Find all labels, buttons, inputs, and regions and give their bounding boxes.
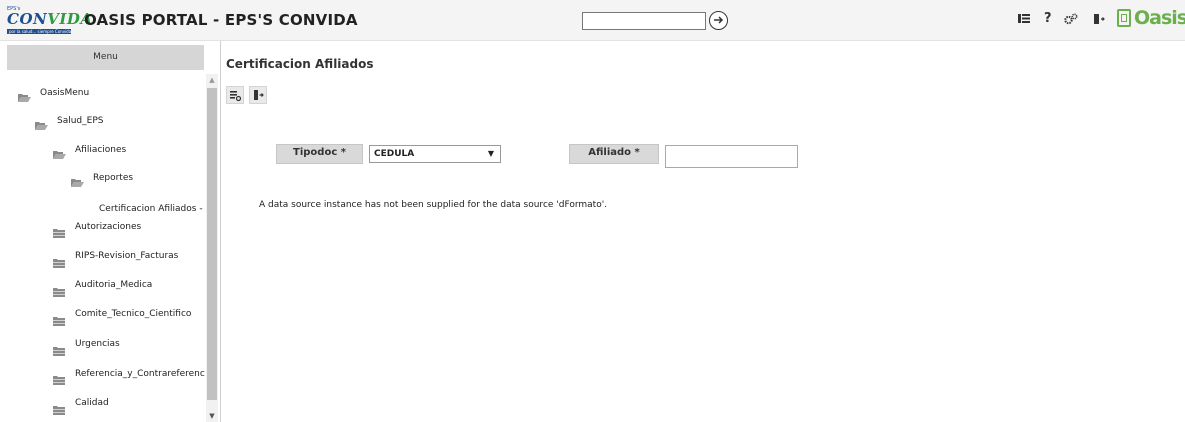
folder-open-icon [53, 151, 66, 159]
sidebar-item-label[interactable]: Certificacion Afiliados - [99, 204, 203, 214]
dropdown-arrow-icon: ▼ [487, 149, 494, 158]
arrow-right-icon [714, 16, 724, 24]
scroll-thumb[interactable] [207, 88, 217, 400]
afiliado-input[interactable] [665, 145, 798, 168]
folder-closed-icon [53, 347, 65, 356]
convida-logo[interactable]: EPS's CONVIDA por la salud... siempre Co… [7, 6, 92, 34]
exit-icon [254, 90, 264, 100]
folder-closed-icon [53, 376, 65, 385]
list-icon[interactable] [1018, 13, 1030, 27]
folder-closed-icon [53, 406, 65, 415]
sidebar-scrollbar[interactable]: ▲ ▼ [206, 74, 218, 422]
settings-icon[interactable] [1064, 13, 1078, 27]
scroll-down-arrow-icon[interactable]: ▼ [206, 410, 218, 422]
tipodoc-select[interactable]: CEDULA ▼ [369, 145, 501, 163]
folder-closed-icon [53, 317, 65, 326]
sidebar-item-label[interactable]: Auditoria_Medica [75, 280, 152, 290]
search-input[interactable] [582, 12, 706, 30]
top-bar: EPS's CONVIDA por la salud... siempre Co… [0, 0, 1185, 41]
folder-open-icon [71, 179, 84, 187]
app-title: OASIS PORTAL - EPS'S CONVIDA [84, 11, 358, 29]
sidebar-item-label[interactable]: Salud_EPS [57, 116, 103, 126]
sidebar-item-label[interactable]: Afiliaciones [75, 145, 126, 155]
logo-tagline: por la salud... siempre Convida [7, 29, 71, 34]
exit-button[interactable] [249, 86, 267, 104]
sidebar: Menu OasisMenu Salud_EPS Afiliaciones Repor… [0, 41, 221, 422]
tipodoc-selected-value: CEDULA [374, 149, 415, 159]
sidebar-item-label[interactable]: OasisMenu [40, 88, 89, 98]
folder-open-icon [35, 122, 48, 130]
menu-header: Menu [7, 45, 204, 70]
sidebar-item-label[interactable]: Calidad [75, 398, 109, 408]
tipodoc-label: Tipodoc * [276, 144, 363, 164]
sidebar-item-label[interactable]: RIPS-Revision_Facturas [75, 251, 178, 261]
folder-open-icon [18, 94, 31, 102]
sidebar-item-label[interactable]: Urgencias [75, 339, 120, 349]
oasis-logo-text: OasisIT [1134, 7, 1185, 29]
folder-closed-icon [53, 288, 65, 297]
logout-icon[interactable] [1094, 13, 1105, 27]
page-title: Certificacion Afiliados [226, 57, 374, 71]
go-button[interactable] [709, 11, 728, 30]
error-message: A data source instance has not been supp… [259, 200, 608, 210]
sidebar-item-label[interactable]: Comite_Tecnico_Cientifico [75, 309, 191, 319]
sidebar-item-label[interactable]: Autorizaciones [75, 222, 141, 232]
oasis-logo-mark [1117, 9, 1131, 27]
report-settings-button[interactable] [226, 86, 244, 104]
report-settings-icon [230, 91, 242, 102]
help-icon[interactable]: ? [1044, 12, 1052, 26]
afiliado-label: Afiliado * [569, 144, 659, 164]
sidebar-item-label[interactable]: Reportes [93, 173, 133, 183]
folder-closed-icon [53, 229, 65, 238]
folder-closed-icon [53, 259, 65, 268]
sidebar-item-label[interactable]: Referencia_y_Contrareferencia [75, 369, 205, 379]
scroll-up-arrow-icon[interactable]: ▲ [206, 74, 218, 86]
logo-brand-text: CONVIDA [7, 10, 93, 28]
